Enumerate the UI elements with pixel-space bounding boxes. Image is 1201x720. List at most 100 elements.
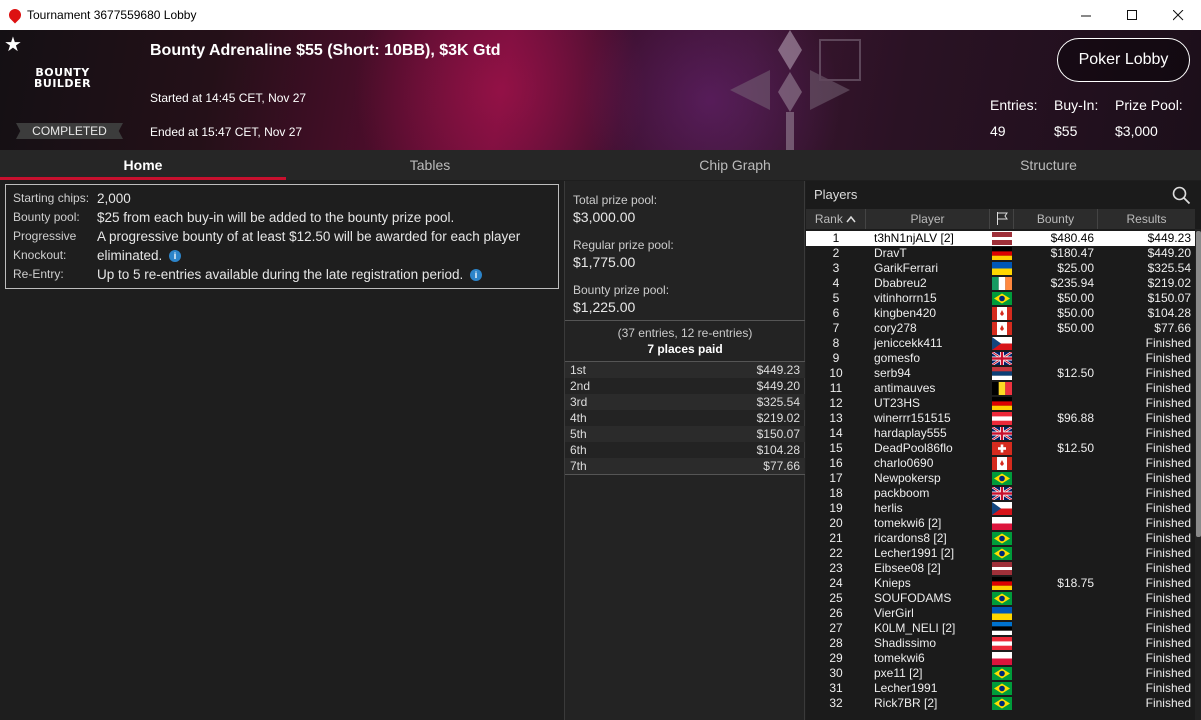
player-bounty — [1014, 681, 1098, 696]
player-name: DeadPool86flo — [874, 441, 953, 455]
player-rank: 25 — [829, 591, 843, 605]
payout-row: 7th $77.66 — [565, 458, 805, 474]
player-row[interactable]: 10 serb94 $12.50 Finished — [806, 366, 1195, 381]
player-name: Newpokersp — [874, 471, 941, 485]
bounty-pool-row: Bounty pool: $25 from each buy-in will b… — [13, 208, 551, 227]
players-heading: Players — [814, 187, 858, 202]
country-flag-icon — [990, 606, 1014, 621]
player-rank: 19 — [829, 501, 843, 515]
player-row[interactable]: 15 DeadPool86flo $12.50 Finished — [806, 441, 1195, 456]
player-result: Finished — [1145, 591, 1191, 605]
country-flag-icon — [990, 471, 1014, 486]
player-row[interactable]: 30 pxe11 [2] Finished — [806, 666, 1195, 681]
player-row[interactable]: 16 charlo0690 Finished — [806, 456, 1195, 471]
player-row[interactable]: 25 SOUFODAMS Finished — [806, 591, 1195, 606]
player-row[interactable]: 21 ricardons8 [2] Finished — [806, 531, 1195, 546]
tab-tables[interactable]: Tables — [286, 150, 574, 180]
maximize-button[interactable] — [1109, 0, 1155, 30]
player-row[interactable]: 23 Eibsee08 [2] Finished — [806, 561, 1195, 576]
player-row[interactable]: 31 Lecher1991 Finished — [806, 681, 1195, 696]
player-row[interactable]: 32 Rick7BR [2] Finished — [806, 696, 1195, 711]
player-row[interactable]: 24 Knieps $18.75 Finished — [806, 576, 1195, 591]
favorite-star-icon[interactable]: ★ — [4, 32, 22, 57]
player-bounty — [1014, 516, 1098, 531]
label-line: Progressive — [13, 229, 77, 243]
player-row[interactable]: 8 jeniccekk411 Finished — [806, 336, 1195, 351]
tournament-lobby-window: { "window": {"title": "Tournament 367755… — [0, 0, 1201, 720]
poker-lobby-button[interactable]: Poker Lobby — [1057, 38, 1190, 82]
player-row[interactable]: 4 Dbabreu2 $235.94 $219.02 — [806, 276, 1195, 291]
player-row[interactable]: 11 antimauves Finished — [806, 381, 1195, 396]
flag-uk-icon — [992, 427, 1012, 440]
player-row[interactable]: 9 gomesfo Finished — [806, 351, 1195, 366]
player-result: Finished — [1145, 381, 1191, 395]
player-name: Rick7BR [2] — [874, 696, 938, 710]
player-rank: 26 — [829, 606, 843, 620]
player-row[interactable]: 3 GarikFerrari $25.00 $325.54 — [806, 261, 1195, 276]
player-name: ricardons8 [2] — [874, 531, 947, 545]
flag-canada-icon — [992, 457, 1012, 470]
flag-uk-icon — [992, 352, 1012, 365]
players-scrollbar[interactable] — [1195, 229, 1201, 720]
rank-column-header[interactable]: Rank — [806, 209, 866, 229]
player-row[interactable]: 13 winerrr151515 $96.88 Finished — [806, 411, 1195, 426]
player-row[interactable]: 19 herlis Finished — [806, 501, 1195, 516]
payout-row: 1st $449.23 — [565, 362, 805, 378]
search-icon[interactable] — [1171, 185, 1191, 205]
player-row[interactable]: 5 vitinhorrn15 $50.00 $150.07 — [806, 291, 1195, 306]
info-icon[interactable]: i — [169, 250, 182, 263]
regular-prize-value: $1,775.00 — [573, 254, 636, 270]
window-title: Tournament 3677559680 Lobby — [27, 8, 197, 22]
player-name: vitinhorrn15 — [874, 291, 937, 305]
flag-column-header[interactable] — [990, 209, 1014, 229]
results-column-header[interactable]: Results — [1098, 209, 1195, 229]
player-rank: 2 — [832, 246, 840, 260]
tab-structure[interactable]: Structure — [896, 150, 1201, 180]
minimize-button[interactable] — [1063, 0, 1109, 30]
player-row[interactable]: 6 kingben420 $50.00 $104.28 — [806, 306, 1195, 321]
player-row[interactable]: 1 t3hN1njALV [2] $480.46 $449.23 — [806, 231, 1195, 246]
player-row[interactable]: 12 UT23HS Finished — [806, 396, 1195, 411]
player-row[interactable]: 7 cory278 $50.00 $77.66 — [806, 321, 1195, 336]
minimize-icon — [1080, 15, 1091, 16]
scrollbar-thumb[interactable] — [1196, 231, 1201, 537]
player-bounty: $50.00 — [1057, 321, 1094, 335]
close-button[interactable] — [1155, 0, 1201, 30]
player-name: Dbabreu2 — [874, 276, 927, 290]
flag-icon — [996, 212, 1008, 225]
player-row[interactable]: 2 DravT $180.47 $449.20 — [806, 246, 1195, 261]
player-row[interactable]: 29 tomekwi6 Finished — [806, 651, 1195, 666]
player-result: Finished — [1145, 531, 1191, 545]
player-row[interactable]: 26 VierGirl Finished — [806, 606, 1195, 621]
player-row[interactable]: 22 Lecher1991 [2] Finished — [806, 546, 1195, 561]
player-row[interactable]: 20 tomekwi6 [2] Finished — [806, 516, 1195, 531]
player-row[interactable]: 14 hardaplay555 Finished — [806, 426, 1195, 441]
tab-chip-graph[interactable]: Chip Graph — [574, 150, 896, 180]
player-row[interactable]: 18 packboom Finished — [806, 486, 1195, 501]
divider — [565, 320, 805, 321]
flag-ukraine-icon — [992, 607, 1012, 620]
flag-canada-icon — [992, 307, 1012, 320]
player-row[interactable]: 17 Newpokersp Finished — [806, 471, 1195, 486]
player-row[interactable]: 27 K0LM_NELI [2] Finished — [806, 621, 1195, 636]
bounty-column-header[interactable]: Bounty — [1014, 209, 1098, 229]
player-bounty — [1014, 426, 1098, 441]
tournament-info-panel: Starting chips: 2,000 Bounty pool: $25 f… — [5, 184, 559, 289]
player-result: Finished — [1145, 351, 1191, 365]
player-rank: 32 — [829, 696, 843, 710]
entries-value: 49 — [990, 123, 1006, 139]
player-result: Finished — [1145, 426, 1191, 440]
tab-home[interactable]: Home — [0, 150, 286, 180]
flag-czech-icon — [992, 337, 1012, 350]
player-rank: 8 — [832, 336, 840, 350]
total-prize-label: Total prize pool: — [573, 193, 658, 207]
player-column-header[interactable]: Player — [866, 209, 990, 229]
close-icon — [1172, 9, 1183, 20]
info-icon[interactable]: i — [469, 269, 482, 282]
country-flag-icon — [990, 261, 1014, 276]
player-name: Knieps — [874, 576, 911, 590]
player-result: Finished — [1145, 546, 1191, 560]
flag-germany-icon — [992, 397, 1012, 410]
flag-brazil-icon — [992, 532, 1012, 545]
player-row[interactable]: 28 Shadissimo Finished — [806, 636, 1195, 651]
